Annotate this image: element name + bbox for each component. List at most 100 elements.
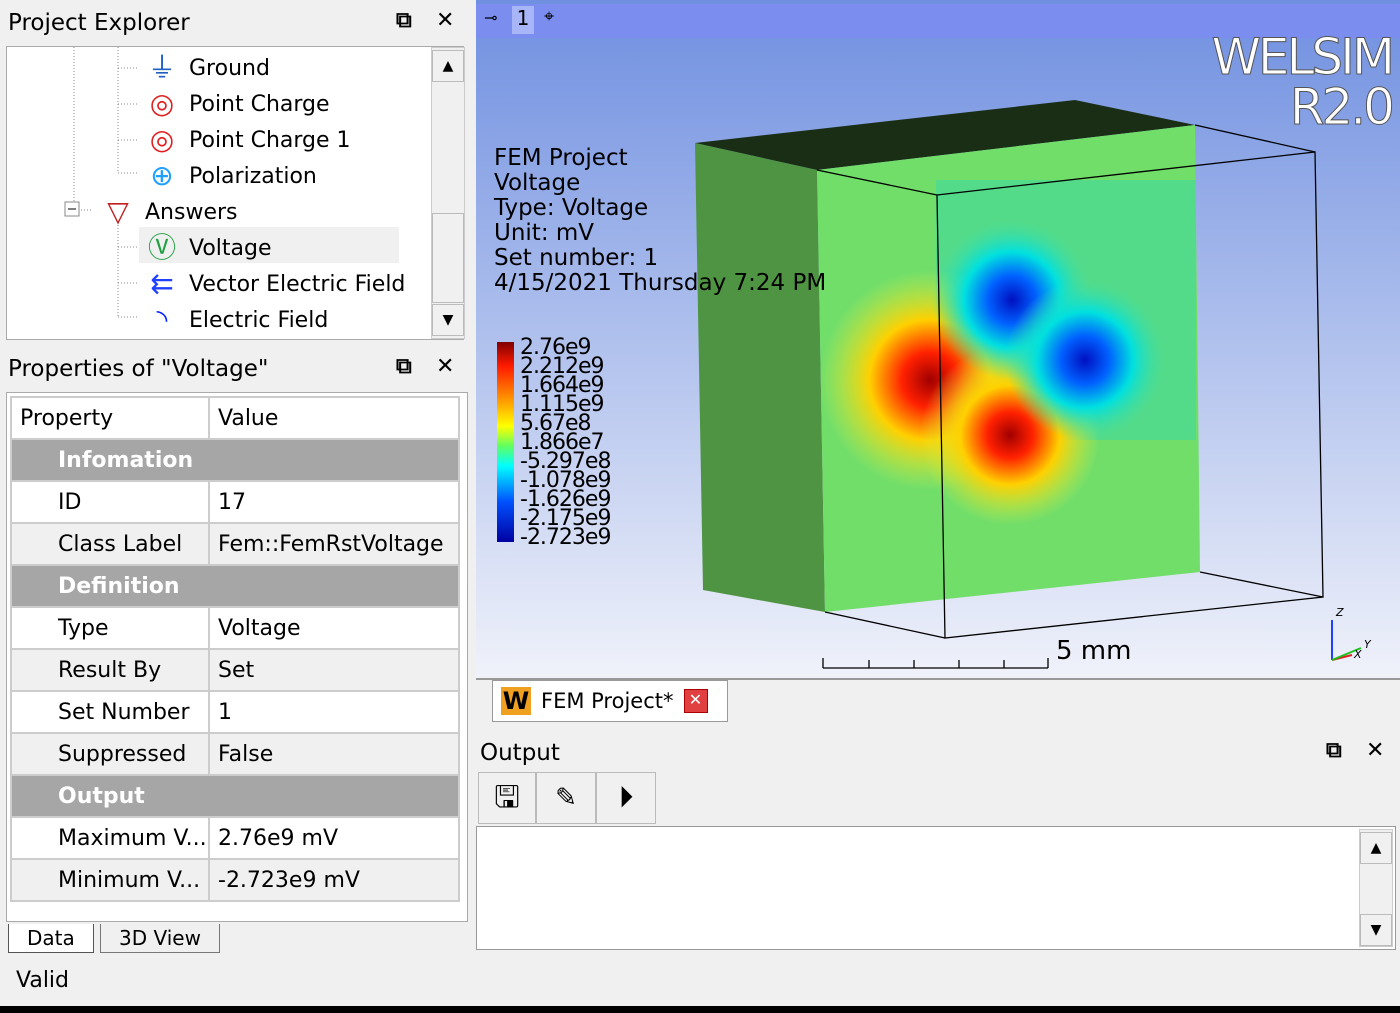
tree-item-point-charge-1[interactable]: ◎ Point Charge 1 [145, 123, 351, 157]
crosshair-icon[interactable]: ⌖ [544, 6, 554, 27]
tree-scrollbar[interactable]: ▲ ▼ [431, 47, 465, 339]
scroll-down-button[interactable]: ▼ [432, 304, 464, 336]
pin-icon[interactable]: ⊸ [484, 8, 497, 27]
cold-spot [1005, 280, 1165, 440]
output-toolbar: 🖫 ✎ ⏵ [478, 772, 656, 824]
column-header-property: Property [10, 396, 210, 440]
answers-icon: ▽ [107, 195, 129, 228]
legend-label: -2.723e9 [520, 525, 611, 550]
project-explorer-title: Project Explorer [8, 10, 190, 36]
scale-label: 5 mm [1056, 636, 1132, 666]
property-row[interactable]: Maximum V... 2.76e9 mV [10, 816, 460, 860]
group-row[interactable]: Output [10, 774, 460, 818]
polarization-icon: ⊕ [150, 159, 174, 192]
tree-item-polarization[interactable]: ⊕ Polarization [145, 159, 317, 193]
property-value: Set [208, 648, 460, 692]
color-legend-labels: 2.76e9 2.212e9 1.664e9 1.115e9 5.67e8 1.866e7… [520, 337, 611, 550]
tree-item-label: Point Charge [189, 91, 330, 117]
tree-item-voltage[interactable]: Ⓥ Voltage [145, 231, 272, 265]
float-icon[interactable]: ⧉ [396, 8, 412, 33]
axis-y-label: Y [1364, 638, 1371, 651]
tree-item-ground[interactable]: ⏚ Ground [145, 51, 270, 85]
tree-item-electric-field[interactable]: ◝ Electric Field [145, 303, 329, 337]
save-icon[interactable]: 🖫 [478, 772, 536, 824]
view-tab-number[interactable]: 1 [512, 6, 534, 34]
property-value: False [208, 732, 460, 776]
property-name: Set Number [10, 690, 210, 734]
property-name: Result By [10, 648, 210, 692]
info-line: Unit: mV [494, 220, 595, 246]
output-textarea[interactable]: ▲ ▼ [476, 826, 1396, 950]
close-icon[interactable]: ✕ [436, 354, 454, 379]
property-name: Maximum V... [10, 816, 210, 860]
properties-title: Properties of "Voltage" [8, 356, 269, 382]
clear-icon[interactable]: ✎ [536, 772, 596, 824]
float-icon[interactable]: ⧉ [1326, 738, 1342, 763]
welsim-logo-icon: W [501, 687, 531, 715]
info-line: 4/15/2021 Thursday 7:24 PM [494, 270, 827, 296]
property-value: -2.723e9 mV [208, 858, 460, 902]
close-tab-icon[interactable]: ✕ [683, 689, 708, 713]
document-tab[interactable]: W FEM Project* ✕ [492, 680, 728, 722]
column-header-value: Value [208, 396, 460, 440]
tree-item-vector-electric-field[interactable]: ⇇ Vector Electric Field [145, 267, 405, 301]
bottom-border [0, 1006, 1400, 1013]
property-row[interactable]: Result By Set [10, 648, 460, 692]
float-icon[interactable]: ⧉ [396, 354, 412, 379]
group-label: Definition [10, 564, 460, 608]
group-label: Output [10, 774, 460, 818]
tree-item-label: Polarization [189, 163, 317, 189]
tree-item-label: Electric Field [189, 307, 329, 333]
property-name: Class Label [10, 522, 210, 566]
property-name: Type [10, 606, 210, 650]
3d-viewport[interactable]: ⊸ 1 ⌖ WELSIM R2.0 FEM Project Voltage Type:… [476, 0, 1400, 678]
output-scrollbar[interactable]: ▲ ▼ [1359, 829, 1393, 947]
property-name: Suppressed [10, 732, 210, 776]
property-row[interactable]: Type Voltage [10, 606, 460, 650]
close-icon[interactable]: ✕ [1366, 738, 1384, 763]
tree-item-label: Point Charge 1 [189, 127, 351, 153]
property-name: Minimum V... [10, 858, 210, 902]
property-value: 2.76e9 mV [208, 816, 460, 860]
info-line: FEM Project [494, 145, 628, 171]
result-info: FEM Project Voltage Type: Voltage Unit: mV S… [494, 146, 826, 296]
color-legend-bar [497, 342, 514, 542]
tree-item-label: Ground [189, 55, 270, 81]
point-charge-icon: ◎ [149, 123, 175, 156]
tree-item-label: Voltage [189, 235, 272, 261]
output-title: Output [480, 740, 560, 766]
info-line: Voltage [494, 170, 581, 196]
property-value: 17 [208, 480, 460, 524]
property-value: Voltage [208, 606, 460, 650]
electric-field-icon: ◝ [156, 303, 168, 336]
voltage-icon: Ⓥ [147, 231, 176, 264]
property-row[interactable]: Suppressed False [10, 732, 460, 776]
tree-item-answers[interactable]: ▽ Answers [101, 195, 237, 229]
run-icon[interactable]: ⏵ [596, 772, 656, 824]
document-tab-label: FEM Project* [541, 689, 674, 713]
scroll-up-button[interactable]: ▲ [1360, 832, 1392, 864]
tab-data[interactable]: Data [8, 924, 94, 953]
scroll-up-button[interactable]: ▲ [432, 50, 464, 82]
property-name: ID [10, 480, 210, 524]
ground-icon: ⏚ [147, 51, 176, 84]
property-value: 1 [208, 690, 460, 734]
vector-field-icon: ⇇ [150, 267, 174, 300]
tab-3d-view[interactable]: 3D View [100, 924, 220, 953]
info-line: Set number: 1 [494, 245, 659, 271]
info-line: Type: Voltage [494, 195, 649, 221]
property-row[interactable]: ID 17 [10, 480, 460, 524]
property-row[interactable]: Minimum V... -2.723e9 mV [10, 858, 460, 902]
scroll-down-button[interactable]: ▼ [1360, 914, 1392, 946]
point-charge-icon: ◎ [149, 87, 175, 120]
property-row[interactable]: Set Number 1 [10, 690, 460, 734]
tree-item-point-charge[interactable]: ◎ Point Charge [145, 87, 330, 121]
project-tree: ▲ ▼ ⏚ Ground ◎ Point Charge ◎ Point Charge 1 ⊕… [6, 46, 465, 340]
property-row[interactable]: Class Label Fem::FemRstVoltage [10, 522, 460, 566]
group-label: Infomation [10, 438, 460, 482]
welsim-logo: WELSIM R2.0 [1211, 28, 1396, 136]
group-row[interactable]: Infomation [10, 438, 460, 482]
scroll-thumb[interactable] [432, 213, 464, 303]
group-row[interactable]: Definition [10, 564, 460, 608]
close-icon[interactable]: ✕ [436, 8, 454, 33]
